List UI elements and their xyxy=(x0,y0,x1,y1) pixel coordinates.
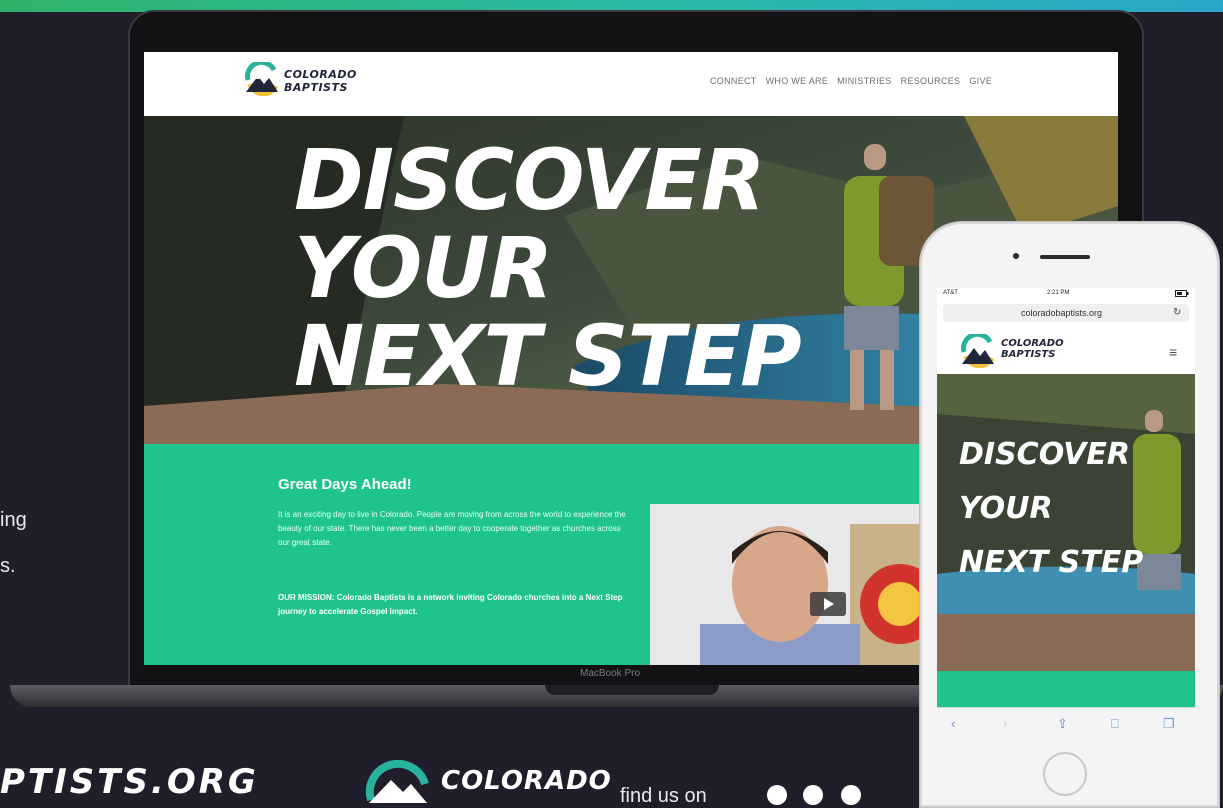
hero-headline: DISCOVER YOUR NEXT STEP xyxy=(294,131,802,405)
play-icon[interactable] xyxy=(810,592,846,616)
phone-hero-headline: DISCOVER YOUR NEXT STEP xyxy=(959,428,1143,590)
hero-line-1: DISCOVER xyxy=(294,131,766,229)
nav-item-connect[interactable]: CONNECT xyxy=(710,76,757,86)
share-icon[interactable]: ⇪ xyxy=(1057,716,1068,732)
phone-screen: AT&T 2:21 PM coloradobaptists.org ↻ COLO… xyxy=(937,288,1195,741)
phone-camera xyxy=(1013,253,1019,259)
carrier-label: AT&T xyxy=(943,290,958,296)
phone-logo-word-colorado: COLORADO xyxy=(1001,338,1064,349)
hero-line-2: YOUR xyxy=(294,219,553,317)
logo-word-baptists: BAPTISTS xyxy=(284,81,348,94)
footer-logo: COLORADO xyxy=(363,759,611,803)
youtube-icon[interactable] xyxy=(767,785,787,805)
phone-address-bar[interactable]: coloradobaptists.org ↻ xyxy=(943,304,1189,322)
find-us-label: find us on xyxy=(620,785,707,807)
left-text-line-1: ing xyxy=(0,509,27,531)
bookmarks-icon[interactable]: ⎕ xyxy=(1111,716,1119,732)
phone-speaker xyxy=(1040,255,1090,259)
left-text-line-2: s. xyxy=(0,555,16,577)
status-time: 2:21 PM xyxy=(1047,290,1070,296)
logo-word-colorado: COLORADO xyxy=(284,68,357,81)
phone-logo-word-baptists: BAPTISTS xyxy=(1001,349,1056,360)
site-logo[interactable]: COLORADO BAPTISTS xyxy=(242,59,372,102)
safari-toolbar: ‹ › ⇪ ⎕ ❐ xyxy=(937,707,1195,741)
mountain-logo-icon xyxy=(961,334,995,368)
section-body: It is an exciting day to live in Colorad… xyxy=(278,510,626,547)
battery-icon xyxy=(1175,290,1189,297)
phone-hero: DISCOVER YOUR NEXT STEP xyxy=(937,374,1195,671)
site-header: COLORADO BAPTISTS CONNECT WHO WE ARE MIN… xyxy=(144,52,1118,116)
nav-item-give[interactable]: GIVE xyxy=(969,76,992,86)
phone-hero-line-2: YOUR xyxy=(959,491,1053,526)
hero-line-3: NEXT STEP xyxy=(294,307,802,405)
back-icon[interactable]: ‹ xyxy=(951,716,955,731)
laptop-notch xyxy=(545,685,719,695)
forward-icon[interactable]: › xyxy=(1003,716,1007,731)
website-url-fragment: PTISTS.ORG xyxy=(0,762,259,802)
phone-green-band xyxy=(937,671,1195,707)
phone-site-header: COLORADO BAPTISTS ≡ xyxy=(937,326,1195,374)
phone-status-bar: AT&T 2:21 PM xyxy=(937,288,1195,300)
instagram-icon[interactable] xyxy=(803,785,823,805)
hamburger-menu-icon[interactable]: ≡ xyxy=(1169,344,1177,360)
macbook-label: MacBook Pro xyxy=(580,668,641,679)
phone-hero-line-1: DISCOVER xyxy=(959,437,1130,472)
facebook-icon[interactable] xyxy=(841,785,861,805)
mountain-logo-icon xyxy=(365,759,429,803)
nav-item-who-we-are[interactable]: WHO WE ARE xyxy=(766,76,829,86)
footer-logo-word: COLORADO xyxy=(441,766,612,796)
nav-item-ministries[interactable]: MINISTRIES xyxy=(837,76,892,86)
phone-home-button[interactable] xyxy=(1043,752,1087,796)
reload-icon[interactable]: ↻ xyxy=(1173,307,1181,318)
phone-url: coloradobaptists.org xyxy=(1021,308,1103,318)
section-title: Great Days Ahead! xyxy=(278,476,412,493)
tabs-icon[interactable]: ❐ xyxy=(1163,716,1175,732)
phone-hero-line-3: NEXT STEP xyxy=(959,545,1144,580)
site-nav: CONNECT WHO WE ARE MINISTRIES RESOURCES … xyxy=(710,76,992,86)
nav-item-resources[interactable]: RESOURCES xyxy=(901,76,961,86)
mountain-logo-icon xyxy=(245,59,279,97)
mission-statement: OUR MISSION: Colorado Baptists is a netw… xyxy=(278,593,623,616)
